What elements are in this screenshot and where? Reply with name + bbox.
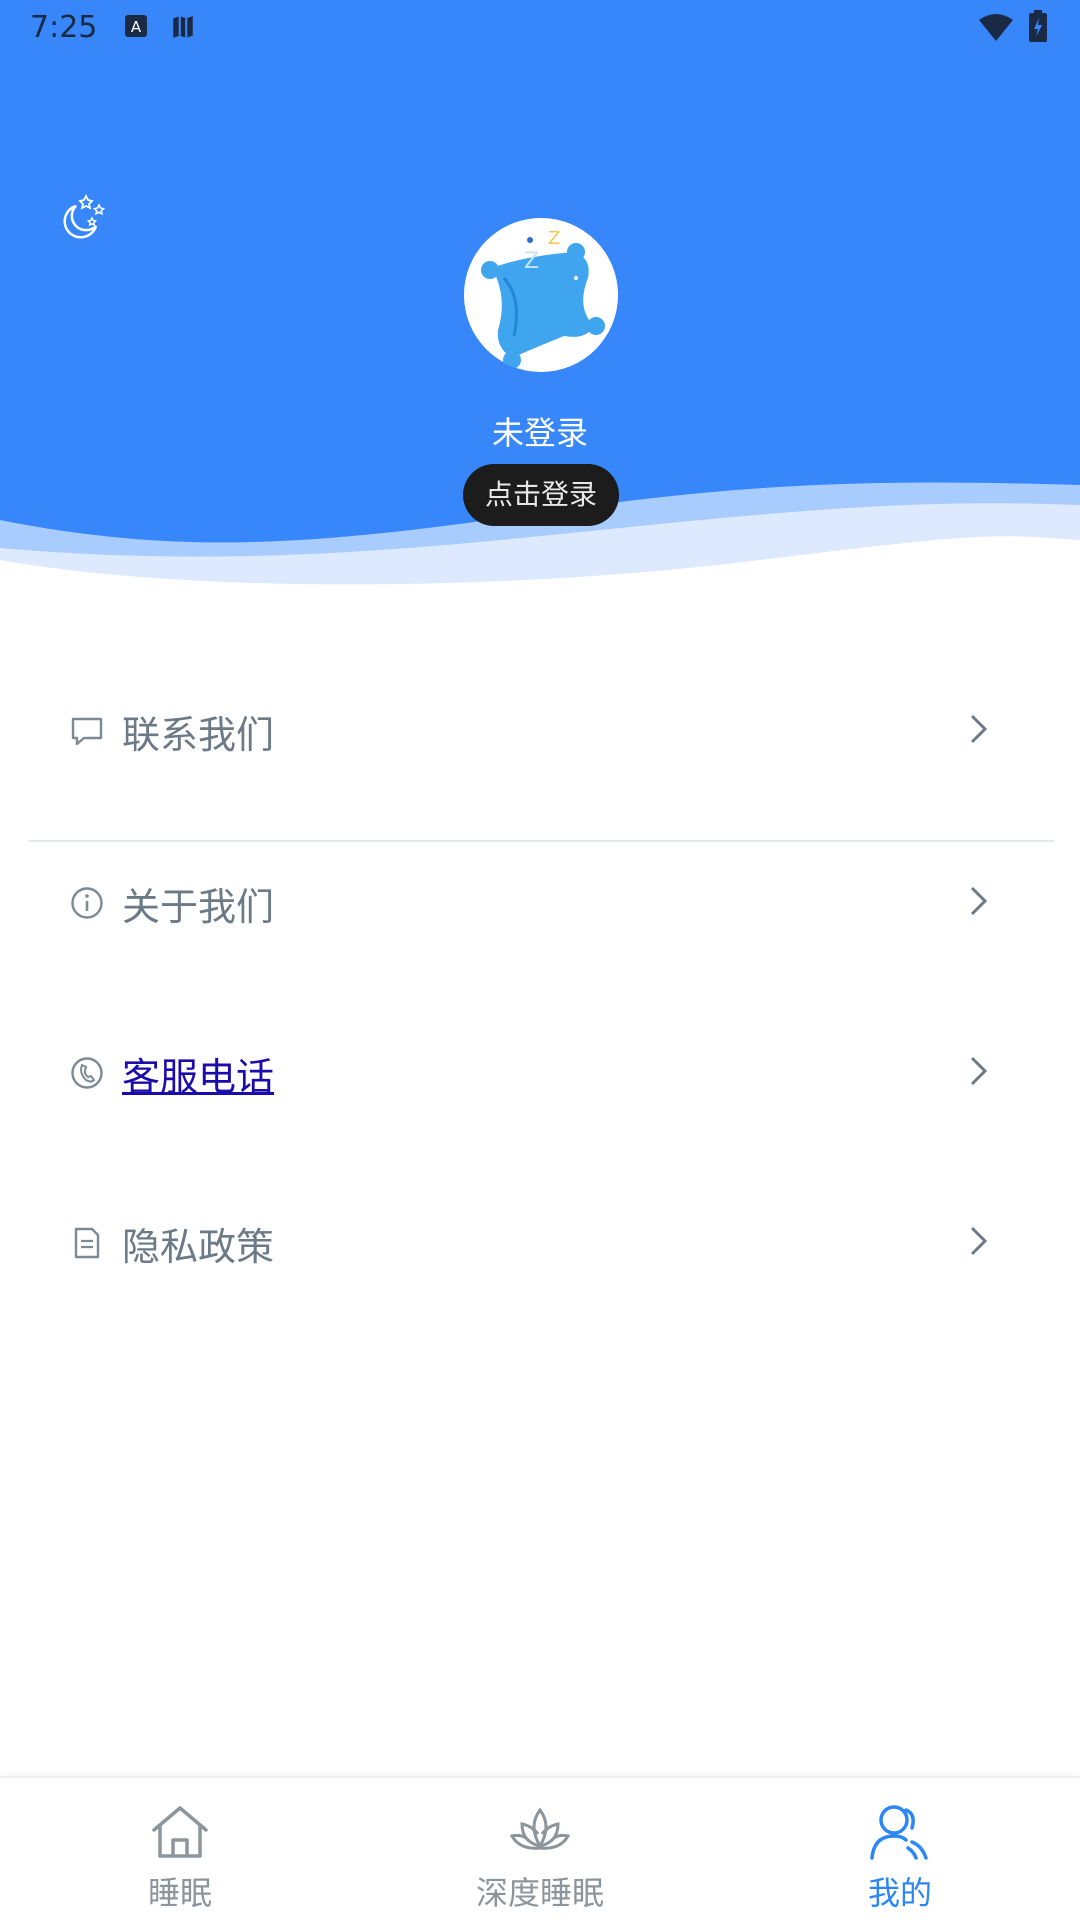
menu-item-customer-service-phone[interactable]: 客服电话 — [28, 1012, 1054, 1132]
night-mode-icon[interactable] — [56, 192, 108, 244]
home-icon — [152, 1806, 208, 1858]
keyboard-a-icon: A — [125, 15, 147, 37]
user-icon — [870, 1805, 928, 1860]
status-time: 7:25 — [30, 10, 98, 45]
tab-sleep[interactable]: 睡眠 — [80, 1778, 280, 1922]
info-icon — [71, 887, 103, 919]
tab-deep-sleep[interactable]: 深度睡眠 — [440, 1778, 640, 1922]
chevron-right-icon — [970, 1056, 988, 1086]
tab-mine[interactable]: 我的 — [800, 1778, 1000, 1922]
chevron-right-icon — [970, 714, 988, 744]
map-icon — [173, 16, 193, 38]
document-icon — [74, 1227, 100, 1259]
profile-header: 7:25 A Z Z 未登录 点击登录 — [0, 0, 1080, 600]
menu-item-privacy-policy[interactable]: 隐私政策 — [28, 1182, 1054, 1302]
chevron-right-icon — [970, 1226, 988, 1256]
tab-label: 睡眠 — [147, 1874, 212, 1912]
status-bar: 7:25 A — [0, 0, 1080, 56]
svg-text:A: A — [131, 18, 142, 36]
login-button[interactable]: 点击登录 — [463, 464, 619, 526]
tab-label: 深度睡眠 — [475, 1874, 604, 1912]
lotus-icon — [509, 1807, 571, 1850]
menu-item-contact-us[interactable]: 联系我们 — [28, 670, 1054, 790]
user-name: 未登录 — [491, 414, 588, 452]
svg-text:Z: Z — [524, 249, 539, 274]
menu-item-about-us[interactable]: 关于我们 — [28, 842, 1054, 962]
avatar[interactable]: Z Z — [464, 218, 618, 372]
pillow-avatar-icon: Z Z — [464, 218, 618, 372]
menu-item-label: 关于我们 — [122, 885, 275, 929]
bottom-navigation: 睡眠 深度睡眠 我的 — [0, 1776, 1080, 1922]
menu-item-label: 联系我们 — [122, 713, 275, 757]
tab-label: 我的 — [867, 1874, 932, 1912]
wifi-icon — [979, 14, 1013, 41]
battery-icon — [1029, 10, 1047, 42]
chat-icon — [71, 717, 103, 746]
chevron-right-icon — [970, 886, 988, 916]
menu-item-label: 隐私政策 — [122, 1225, 275, 1269]
svg-text:Z: Z — [548, 228, 560, 249]
menu-item-label[interactable]: 客服电话 — [122, 1046, 274, 1101]
phone-icon — [71, 1057, 103, 1089]
